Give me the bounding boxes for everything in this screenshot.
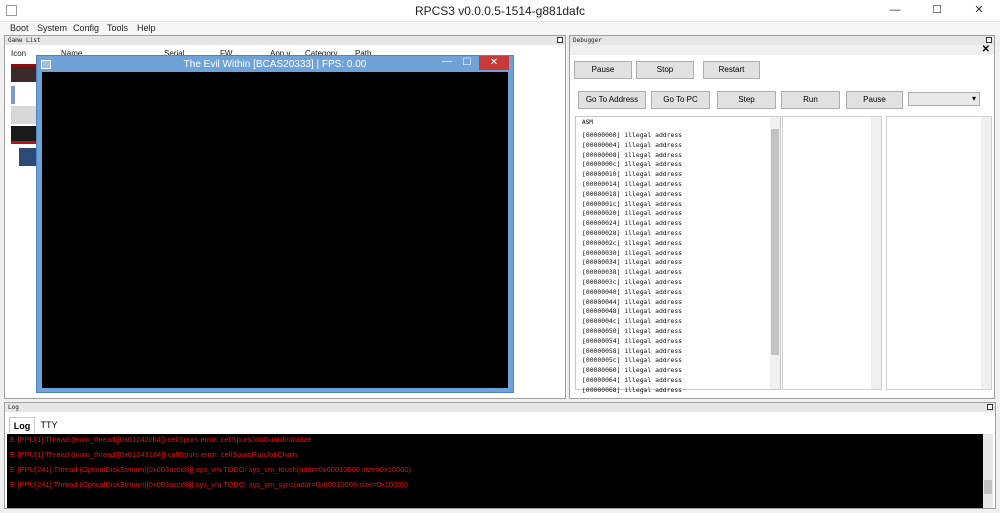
- asm-scrollbar[interactable]: [770, 117, 780, 389]
- asm-line[interactable]: [00000018] illegal address: [582, 190, 682, 198]
- asm-line[interactable]: [00000000] illegal address: [582, 131, 682, 139]
- float-icon[interactable]: [986, 37, 992, 43]
- window-title: RPCS3 v0.0.0.5-1514-g881dafc: [414, 4, 586, 18]
- asm-line[interactable]: [00000030] illegal address: [582, 249, 682, 257]
- scrollbar-thumb[interactable]: [984, 480, 992, 494]
- asm-line[interactable]: [00000014] illegal address: [582, 180, 682, 188]
- thread-select[interactable]: ▾: [908, 92, 980, 106]
- asm-line[interactable]: [0000005c] illegal address: [582, 356, 682, 364]
- memory-pane[interactable]: [886, 116, 992, 390]
- asm-line[interactable]: [00000004] illegal address: [582, 141, 682, 149]
- maximize-button[interactable]: ☐: [922, 0, 952, 22]
- asm-line[interactable]: [0000004c] illegal address: [582, 317, 682, 325]
- log-title: Log: [8, 404, 19, 411]
- asm-line[interactable]: [00000044] illegal address: [582, 298, 682, 306]
- float-icon[interactable]: [557, 37, 563, 43]
- asm-line[interactable]: [0000002c] illegal address: [582, 239, 682, 247]
- asm-line[interactable]: [00000024] illegal address: [582, 219, 682, 227]
- log-panel: Log Log TTY E {PPU[1] Thread (main_threa…: [4, 402, 996, 509]
- tab-log[interactable]: Log: [9, 417, 35, 433]
- title-bar: RPCS3 v0.0.0.5-1514-g881dafc — ☐ ✕: [0, 0, 1000, 22]
- asm-line[interactable]: [00000048] illegal address: [582, 307, 682, 315]
- close-button[interactable]: ✕: [964, 0, 994, 22]
- asm-line[interactable]: [0000001c] illegal address: [582, 200, 682, 208]
- menu-system[interactable]: System: [37, 22, 67, 35]
- log-line: E {PPU[241] Thread (OpticalDiskStream)[0…: [10, 465, 412, 474]
- game-list-title: Game List: [8, 37, 41, 44]
- emulator-screen[interactable]: [42, 72, 508, 388]
- asm-line[interactable]: [00000054] illegal address: [582, 337, 682, 345]
- debugger-panel: Debugger ✕ Pause Stop Restart Go To Addr…: [569, 35, 995, 399]
- asm-line[interactable]: [00000040] illegal address: [582, 288, 682, 296]
- asm-line[interactable]: [00000034] illegal address: [582, 258, 682, 266]
- chevron-down-icon: ▾: [971, 94, 976, 103]
- go-to-pc-button[interactable]: Go To PC: [651, 91, 710, 109]
- debugger-header: Debugger: [570, 36, 994, 45]
- asm-line[interactable]: [00000010] illegal address: [582, 170, 682, 178]
- emulator-maximize-button[interactable]: ☐: [457, 56, 477, 70]
- asm-line[interactable]: [00000058] illegal address: [582, 347, 682, 355]
- float-icon[interactable]: [987, 404, 993, 410]
- asm-line[interactable]: [00000020] illegal address: [582, 209, 682, 217]
- asm-line[interactable]: [00000068] illegal address: [582, 386, 682, 394]
- emulator-minimize-button[interactable]: —: [437, 56, 457, 70]
- log-line: E {PPU[241] Thread (OpticalDiskStream)[0…: [10, 480, 409, 489]
- debugger-pause-button[interactable]: Pause: [846, 91, 903, 109]
- go-to-address-button[interactable]: Go To Address: [578, 91, 646, 109]
- memory-scrollbar[interactable]: [981, 117, 991, 389]
- asm-line[interactable]: [00000028] illegal address: [582, 229, 682, 237]
- log-output[interactable]: E {PPU[1] Thread (main_thread)[0x01242cb…: [7, 434, 993, 508]
- asm-line[interactable]: [00000060] illegal address: [582, 366, 682, 374]
- asm-line[interactable]: [0000003c] illegal address: [582, 278, 682, 286]
- scrollbar-thumb[interactable]: [771, 129, 779, 355]
- stop-button[interactable]: Stop: [636, 61, 694, 79]
- asm-pane[interactable]: ASM [00000000] illegal address [00000004]…: [575, 116, 781, 394]
- asm-header: ASM: [582, 119, 593, 126]
- register-pane[interactable]: [782, 116, 882, 390]
- game-list-header: Game List: [5, 36, 565, 45]
- asm-line[interactable]: [00000008] illegal address: [582, 151, 682, 159]
- pause-button[interactable]: Pause: [574, 61, 632, 79]
- column-icon[interactable]: Icon: [11, 49, 26, 58]
- asm-line[interactable]: [0000000c] illegal address: [582, 160, 682, 168]
- step-button[interactable]: Step: [717, 91, 776, 109]
- run-button[interactable]: Run: [781, 91, 840, 109]
- debugger-close-bar: ✕: [570, 44, 994, 55]
- menu-bar: Boot System Config Tools Help: [0, 22, 1000, 35]
- emulator-window[interactable]: The Evil Within [BCAS20333] | FPS: 0.00 …: [36, 55, 514, 393]
- register-scrollbar[interactable]: [871, 117, 881, 389]
- log-line: E {PPU[1] Thread (main_thread)[0x01242cb…: [10, 435, 312, 444]
- menu-config[interactable]: Config: [73, 22, 99, 35]
- log-line: E {PPU[1] Thread (main_thread)[0x0124318…: [10, 450, 298, 459]
- asm-line[interactable]: [00000050] illegal address: [582, 327, 682, 335]
- log-scrollbar[interactable]: [983, 434, 993, 508]
- minimize-button[interactable]: —: [880, 0, 910, 22]
- debugger-title: Debugger: [573, 37, 602, 44]
- close-icon[interactable]: ✕: [982, 44, 990, 55]
- menu-boot[interactable]: Boot: [10, 22, 29, 35]
- tab-tty[interactable]: TTY: [37, 417, 61, 433]
- asm-line[interactable]: [00000064] illegal address: [582, 376, 682, 384]
- menu-tools[interactable]: Tools: [107, 22, 128, 35]
- log-header: Log: [5, 403, 995, 412]
- asm-line[interactable]: [00000038] illegal address: [582, 268, 682, 276]
- emulator-close-button[interactable]: ✕: [479, 56, 509, 70]
- menu-help[interactable]: Help: [137, 22, 156, 35]
- restart-button[interactable]: Restart: [703, 61, 760, 79]
